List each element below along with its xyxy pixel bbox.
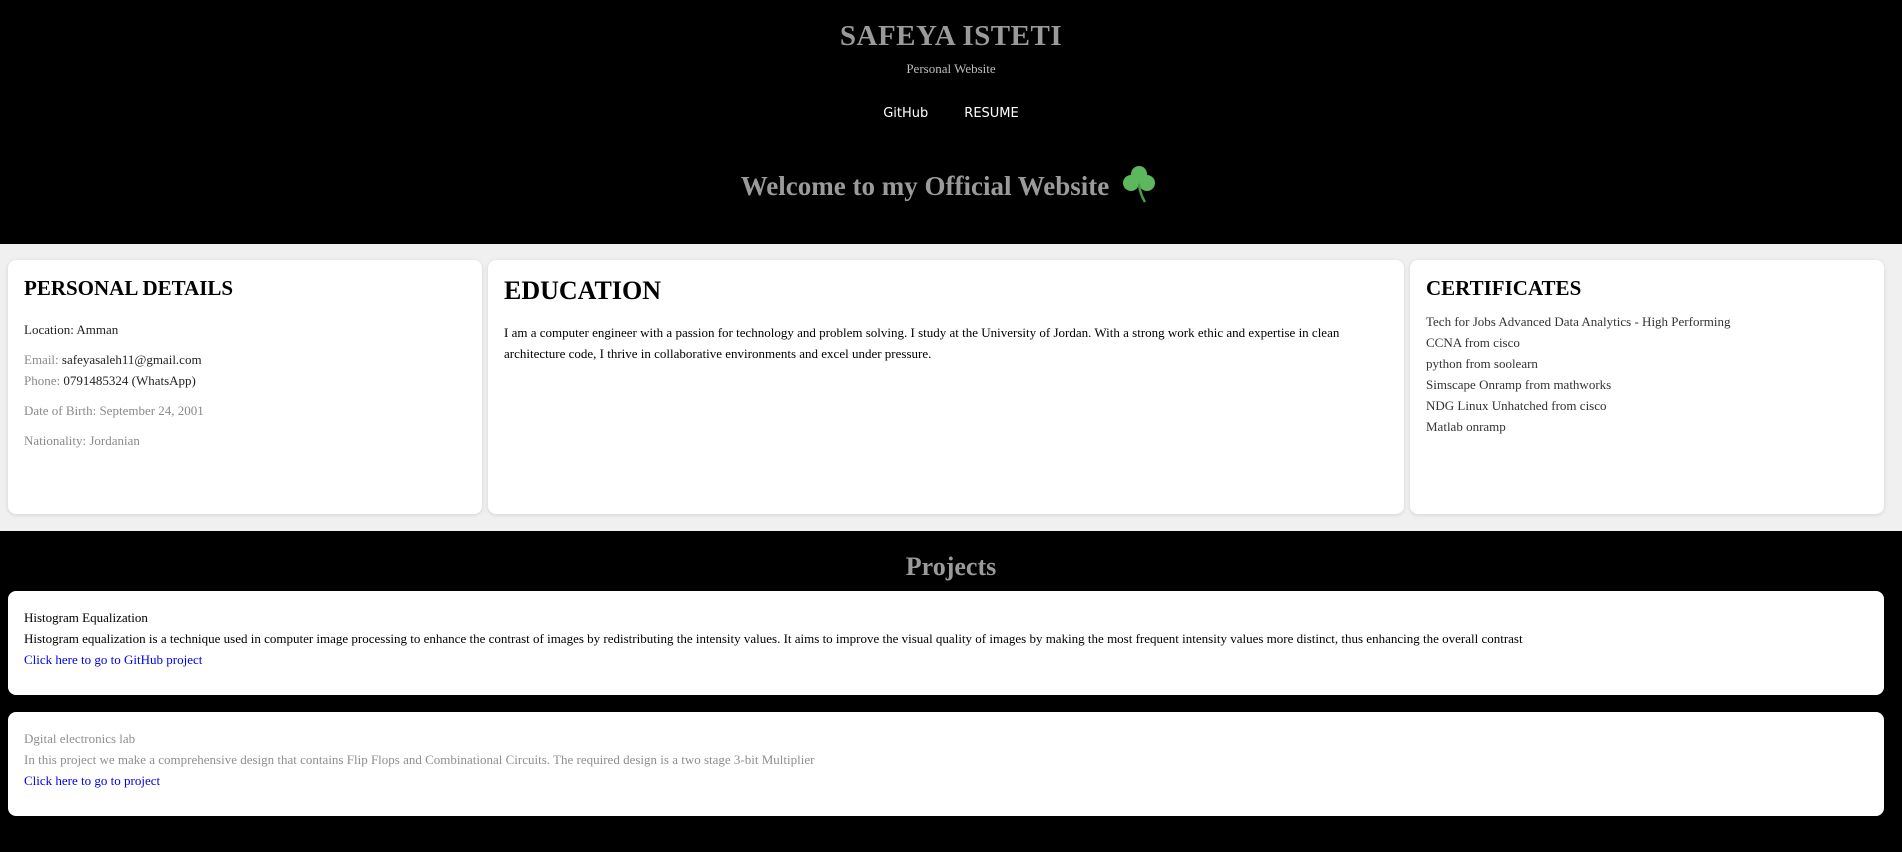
email-label: Email: <box>24 352 59 367</box>
projects-heading: Projects <box>905 552 997 581</box>
certificate-item: Matlab onramp <box>1426 419 1506 434</box>
certificate-item: CCNA from cisco <box>1426 335 1520 350</box>
nav-link-resume[interactable]: RESUME <box>964 106 1018 121</box>
personal-details-heading: PERSONAL DETAILS <box>24 276 234 300</box>
certificate-item: Tech for Jobs Advanced Data Analytics - … <box>1426 314 1731 329</box>
certificate-item: Simscape Onramp from mathworks <box>1426 377 1612 392</box>
nationality-text: Nationality: Jordanian <box>24 433 140 448</box>
site-subtitle: Personal Website <box>906 61 996 76</box>
welcome-banner: Welcome to my Official Website <box>0 166 1902 206</box>
project-link[interactable]: Click here to go to project <box>24 773 160 788</box>
location-text: Location: Amman <box>24 322 119 337</box>
main-nav: GitHub RESUME <box>0 106 1902 121</box>
project-title: Dgital electronics lab <box>24 731 136 746</box>
certificates-card: CERTIFICATES Tech for Jobs Advanced Data… <box>1410 260 1884 514</box>
certificate-item: NDG Linux Unhatched from cisco <box>1426 398 1607 413</box>
shamrock-icon <box>1123 166 1156 203</box>
phone-label: Phone: <box>24 373 61 388</box>
education-text: I am a computer engineer with a passion … <box>504 325 1340 361</box>
certificate-item: python from soolearn <box>1426 356 1538 371</box>
education-card: EDUCATION I am a computer engineer with … <box>488 260 1404 514</box>
project-link[interactable]: Click here to go to GitHub project <box>24 652 202 667</box>
email-value: safeyasaleh11@gmail.com <box>61 352 202 367</box>
certificates-heading: CERTIFICATES <box>1426 276 1582 300</box>
dob-text: Date of Birth: September 24, 2001 <box>24 403 204 418</box>
phone-value: 0791485324 (WhatsApp) <box>63 373 196 388</box>
nav-link-github[interactable]: GitHub <box>883 106 928 121</box>
welcome-text: Welcome to my Official Website <box>740 170 1110 201</box>
project-title: Histogram Equalization <box>24 610 148 625</box>
personal-details-card: PERSONAL DETAILS Location: Amman Email: … <box>8 260 482 514</box>
site-title: SAFEYA ISTETI <box>839 20 1063 52</box>
project-card: Histogram Equalization Histogram equaliz… <box>8 591 1884 695</box>
project-description: Histogram equalization is a technique us… <box>24 631 1523 646</box>
site-header: SAFEYA ISTETI Personal Website GitHub RE… <box>0 0 1902 244</box>
project-card: Dgital electronics lab In this project w… <box>8 712 1884 816</box>
education-heading: EDUCATION <box>504 276 661 305</box>
project-description: In this project we make a comprehensive … <box>24 752 815 767</box>
